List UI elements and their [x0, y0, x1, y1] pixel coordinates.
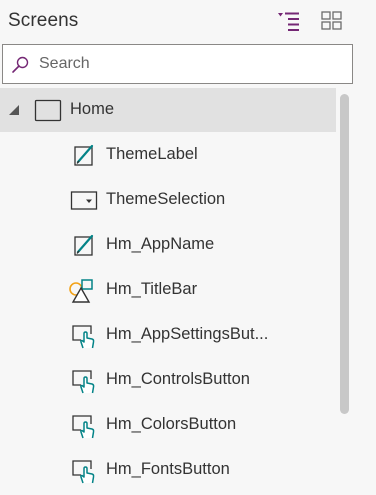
dropdown-control-icon [70, 191, 98, 210]
button-touch-icon [72, 370, 95, 394]
expand-collapse-icon[interactable] [8, 104, 20, 116]
tree-item-label: Home [70, 100, 115, 118]
tree-item-hm-appname[interactable]: Hm_AppName [0, 223, 336, 267]
tree-item-themeselection[interactable]: ThemeSelection [0, 178, 336, 222]
tree-item-label: ThemeSelection [106, 190, 226, 208]
screens-panel: Screens Search Home ThemeLabel ThemeSele… [0, 0, 376, 495]
search-input[interactable] [39, 51, 339, 77]
tree-item-label: Hm_FontsButton [106, 460, 230, 478]
button-touch-icon [72, 415, 95, 439]
grid-view-button[interactable] [318, 8, 346, 34]
grid-view-icon [321, 11, 342, 30]
tree-item-label: Hm_AppSettingsBut... [106, 325, 269, 343]
screens-tree: Home ThemeLabel ThemeSelection Hm_AppNam… [0, 88, 376, 495]
label-edit-icon [74, 144, 94, 166]
tree-item-hm-appsettingsbutton[interactable]: Hm_AppSettingsBut... [0, 313, 336, 357]
panel-title: Screens [8, 10, 79, 31]
search-box [2, 44, 353, 84]
tree-item-themelabel[interactable]: ThemeLabel [0, 133, 336, 177]
panel-header: Screens [0, 0, 376, 44]
tree-item-hm-titlebar[interactable]: Hm_TitleBar [0, 268, 336, 312]
scrollbar-thumb[interactable] [340, 94, 349, 414]
label-edit-icon [74, 234, 94, 256]
tree-item-label: Hm_AppName [106, 235, 215, 253]
tree-view-button[interactable] [275, 8, 303, 34]
tree-item-hm-fontsbutton[interactable]: Hm_FontsButton [0, 448, 336, 492]
screen-icon [34, 99, 62, 122]
tree-item-hm-controlsbutton[interactable]: Hm_ControlsButton [0, 358, 336, 402]
search-icon [12, 56, 29, 73]
tree-item-label: ThemeLabel [106, 145, 198, 163]
button-touch-icon [72, 325, 95, 349]
shapes-icon [69, 279, 93, 303]
tree-item-home[interactable]: Home [0, 88, 336, 132]
tree-view-icon [278, 12, 299, 31]
tree-item-label: Hm_ControlsButton [106, 370, 250, 388]
tree-item-label: Hm_TitleBar [106, 280, 198, 298]
tree-item-label: Hm_ColorsButton [106, 415, 237, 433]
button-touch-icon [72, 460, 95, 484]
tree-item-hm-colorsbutton[interactable]: Hm_ColorsButton [0, 403, 336, 447]
